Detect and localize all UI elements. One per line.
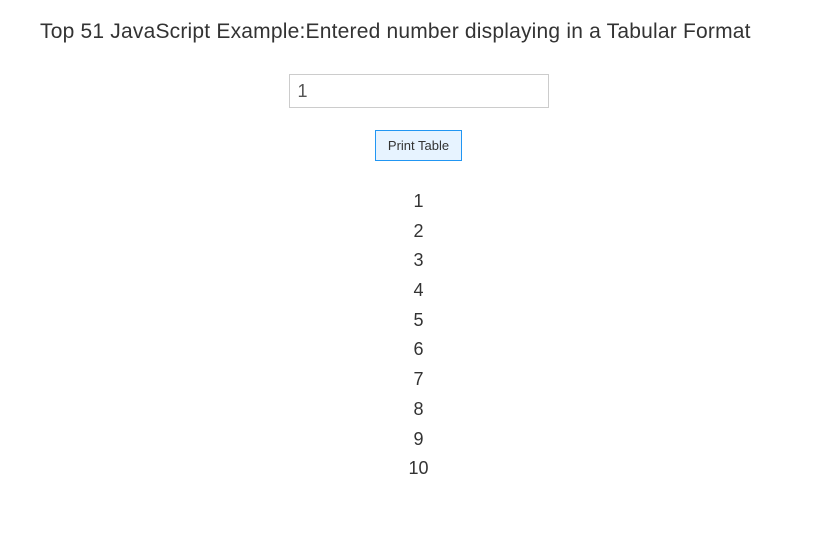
result-item: 6 — [40, 335, 797, 365]
number-input[interactable] — [289, 74, 549, 108]
print-table-button[interactable]: Print Table — [375, 130, 462, 161]
main-content: Print Table 1 2 3 4 5 6 7 8 9 10 — [40, 74, 797, 484]
result-item: 1 — [40, 187, 797, 217]
result-item: 3 — [40, 246, 797, 276]
result-item: 5 — [40, 306, 797, 336]
result-item: 8 — [40, 395, 797, 425]
result-item: 10 — [40, 454, 797, 484]
results-list: 1 2 3 4 5 6 7 8 9 10 — [40, 187, 797, 484]
result-item: 7 — [40, 365, 797, 395]
page-title: Top 51 JavaScript Example:Entered number… — [40, 20, 797, 44]
result-item: 4 — [40, 276, 797, 306]
result-item: 9 — [40, 425, 797, 455]
result-item: 2 — [40, 217, 797, 247]
